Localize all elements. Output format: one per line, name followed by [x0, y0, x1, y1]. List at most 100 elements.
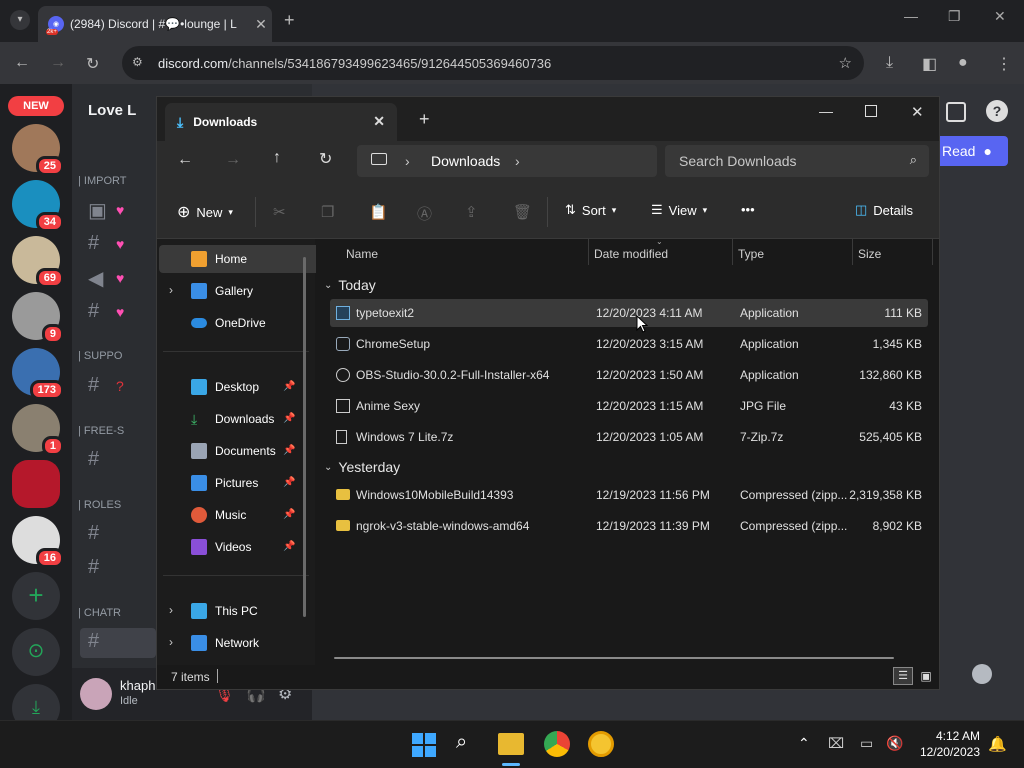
column-header-date[interactable]: Date modified [594, 247, 668, 261]
channel-hash-icon[interactable]: # [88, 232, 99, 255]
start-windows-icon[interactable] [412, 733, 436, 757]
column-divider[interactable] [932, 239, 933, 265]
chevron-right-icon[interactable]: › [169, 635, 173, 649]
paste-icon[interactable]: 📋 [369, 203, 388, 221]
nav-item-downloads[interactable]: ⤓ Downloads [191, 405, 274, 433]
file-explorer-icon[interactable] [498, 733, 524, 755]
group-header-yesterday[interactable]: ⌄ Yesterday [324, 459, 400, 475]
avatar[interactable] [80, 678, 112, 710]
clock-time[interactable]: 4:12 AM [918, 729, 980, 743]
file-row[interactable]: Windows10MobileBuild14393 12/19/2023 11:… [330, 481, 928, 509]
back-icon[interactable]: ← [177, 151, 193, 169]
file-row[interactable]: Windows 7 Lite.7z 12/20/2023 1:05 AM 7-Z… [330, 423, 928, 451]
nav-item-music[interactable]: Music [191, 501, 246, 529]
file-row[interactable]: ngrok-v3-stable-windows-amd64 12/19/2023… [330, 512, 928, 540]
restore-icon[interactable]: ❐ [948, 8, 961, 25]
sort-button[interactable]: ⇅ Sort ▾ [565, 202, 616, 218]
channel-hash-icon[interactable]: # [88, 556, 99, 579]
close-window-icon[interactable]: ✕ [911, 103, 924, 121]
announcement-icon[interactable]: ◀ [88, 266, 103, 291]
server-icon[interactable]: 1 [12, 404, 64, 456]
chrome-canary-icon[interactable] [588, 731, 614, 757]
column-divider[interactable] [732, 239, 733, 265]
new-button[interactable]: ⊕ New ▾ [177, 202, 233, 222]
nav-item-onedrive[interactable]: OneDrive [191, 309, 266, 337]
group-header-today[interactable]: ⌄ Today [324, 277, 376, 293]
nav-item-videos[interactable]: Videos [191, 533, 251, 561]
notification-bell-icon[interactable]: 🔔 [988, 735, 1007, 753]
server-name[interactable]: Love L [88, 102, 136, 119]
new-tab-icon[interactable]: + [419, 109, 430, 130]
server-icon[interactable]: 34 [12, 180, 64, 232]
display-icon[interactable]: ▭ [860, 735, 873, 752]
nav-item-pictures[interactable]: Pictures [191, 469, 258, 497]
up-arrow-icon[interactable]: ↑ [273, 149, 281, 167]
chevron-right-icon[interactable]: › [515, 153, 520, 169]
file-row[interactable]: OBS-Studio-30.0.2-Full-Installer-x64 12/… [330, 361, 928, 389]
more-options-button[interactable]: ••• [741, 202, 755, 217]
help-icon[interactable]: ? [986, 100, 1008, 122]
close-tab-icon[interactable]: ✕ [373, 113, 385, 130]
volume-muted-icon[interactable]: 🔇 [886, 735, 903, 752]
breadcrumb-downloads[interactable]: Downloads [431, 153, 500, 169]
profile-icon[interactable]: ● [958, 54, 968, 72]
forward-icon[interactable]: → [50, 54, 66, 72]
column-header-name[interactable]: Name [346, 247, 378, 261]
chevron-up-icon[interactable]: ⌃ [798, 735, 810, 752]
download-icon[interactable]: ⤓ [886, 54, 893, 72]
forward-icon[interactable]: → [225, 151, 241, 169]
column-divider[interactable] [852, 239, 853, 265]
column-header-size[interactable]: Size [858, 247, 881, 261]
explorer-tab-downloads[interactable]: ⤓ Downloads ✕ [165, 103, 397, 141]
minimize-icon[interactable]: — [904, 8, 918, 24]
bookmark-star-icon[interactable]: ☆ [839, 54, 852, 72]
pin-icon[interactable]: 📌 [283, 381, 295, 392]
column-divider[interactable] [588, 239, 589, 265]
channel-category[interactable]: | ROLES [78, 499, 121, 511]
horizontal-scrollbar[interactable] [334, 657, 894, 659]
view-button[interactable]: ☰ View ▾ [651, 202, 707, 218]
server-icon[interactable]: 9 [12, 292, 64, 344]
reload-icon[interactable]: ↻ [86, 54, 99, 74]
channel-hash-icon[interactable]: # [88, 300, 99, 323]
details-view-icon[interactable]: ☰ [893, 667, 913, 685]
share-icon[interactable]: ⇪ [465, 203, 478, 221]
pin-icon[interactable]: 📌 [283, 477, 295, 488]
server-icon[interactable]: 16 [12, 516, 64, 568]
chevron-right-icon[interactable]: › [169, 283, 173, 297]
server-icon-active[interactable] [12, 460, 60, 508]
site-info-icon[interactable]: ⚙ [132, 55, 143, 69]
user-name[interactable]: khaph [120, 678, 155, 693]
clock-date[interactable]: 12/20/2023 [912, 745, 980, 759]
channel-hash-icon[interactable]: # [88, 522, 99, 545]
maximize-icon[interactable] [865, 105, 877, 117]
file-row[interactable]: Anime Sexy 12/20/2023 1:15 AM JPG File 4… [330, 392, 928, 420]
search-input[interactable]: Search Downloads ⌕ [665, 145, 929, 177]
tiles-view-icon[interactable]: ▣ [917, 667, 935, 685]
add-server-icon[interactable]: + [12, 572, 60, 620]
server-icon[interactable]: 69 [12, 236, 64, 288]
chrome-icon[interactable] [544, 731, 570, 757]
rename-icon[interactable]: Ⓐ [417, 203, 432, 224]
network-disconnected-icon[interactable]: ⌧ [828, 735, 844, 752]
refresh-icon[interactable]: ↻ [319, 149, 332, 169]
pin-icon[interactable]: 📌 [283, 413, 295, 424]
pin-icon[interactable]: 📌 [283, 445, 295, 456]
pin-icon[interactable]: 📌 [283, 509, 295, 520]
nav-item-desktop[interactable]: Desktop [191, 373, 259, 401]
channel-icon[interactable]: ▣ [88, 198, 107, 223]
new-tab-icon[interactable]: + [284, 10, 295, 31]
channel-category[interactable]: | IMPORT [78, 175, 127, 187]
delete-icon[interactable]: 🗑 [513, 203, 532, 221]
channel-category[interactable]: | CHATR [78, 607, 121, 619]
copy-icon[interactable]: ❐ [321, 203, 334, 221]
file-row[interactable]: typetoexit2 12/20/2023 4:11 AM Applicati… [330, 299, 928, 327]
mark-as-read-button[interactable]: Read ● [940, 136, 1008, 166]
back-icon[interactable]: ← [14, 54, 30, 72]
cut-icon[interactable]: ✂ [273, 203, 286, 221]
address-bar[interactable]: ⚙ discord.com/channels/53418679349962346… [122, 46, 864, 80]
address-breadcrumb[interactable]: › Downloads › [357, 145, 657, 177]
chrome-tab-discord[interactable]: ◉ 2k+ (2984) Discord | #💬•lounge | L ✕ [38, 6, 272, 42]
server-icon[interactable]: 25 [12, 124, 64, 176]
pin-icon[interactable]: 📌 [283, 541, 295, 552]
